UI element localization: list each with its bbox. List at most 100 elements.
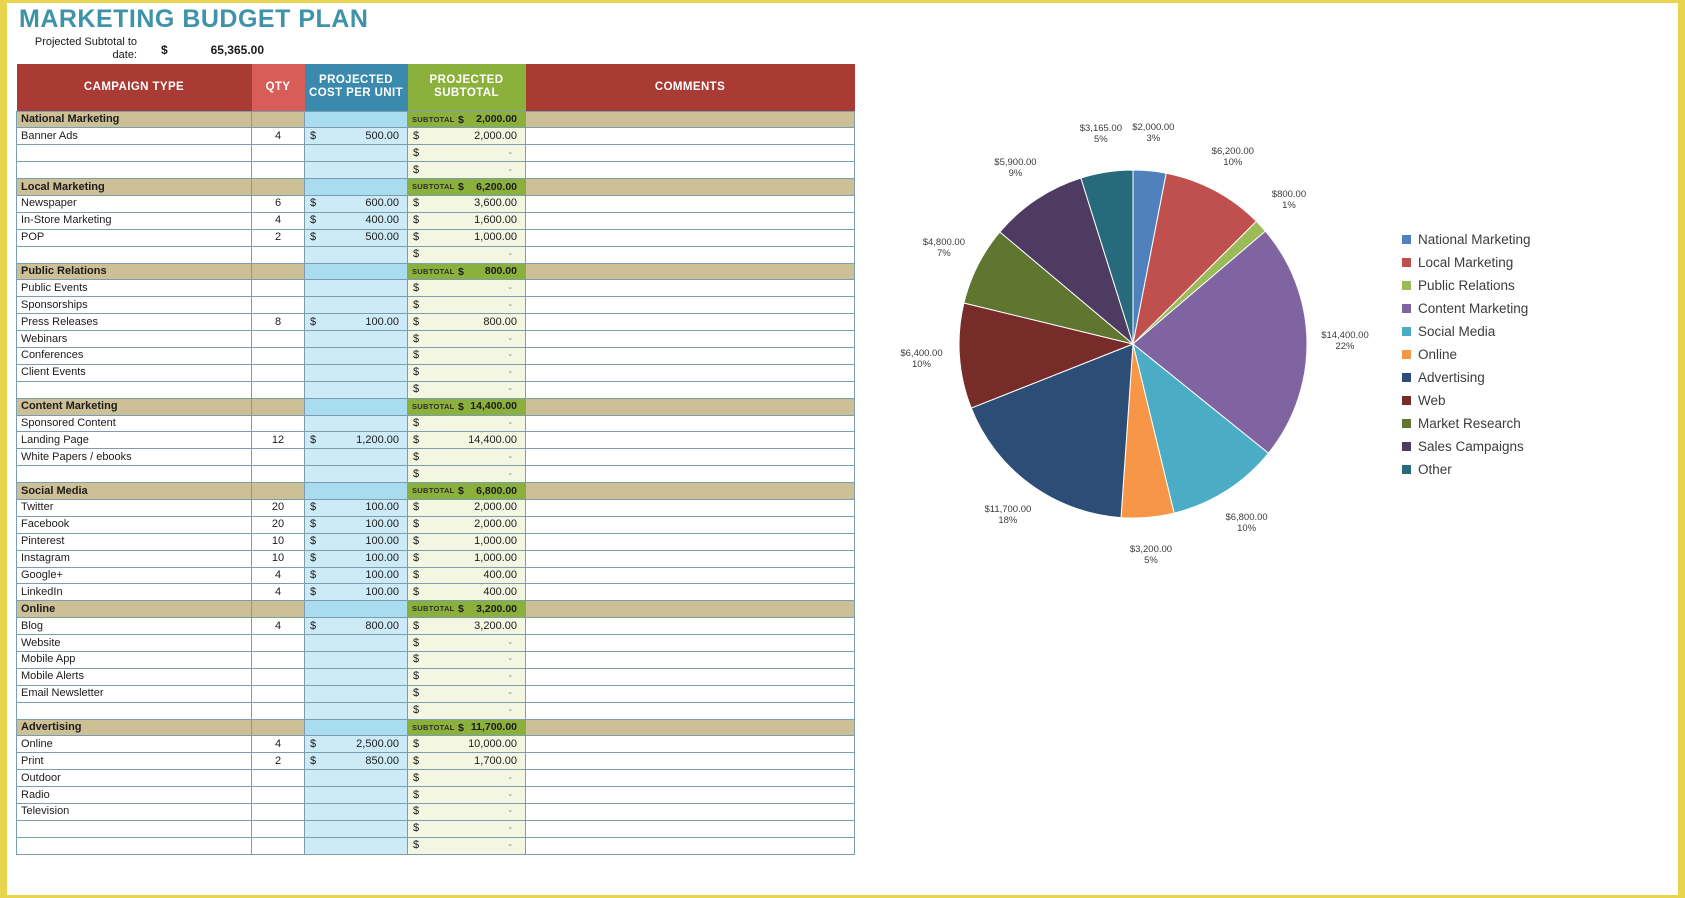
campaign-name-cell[interactable]: Pinterest <box>16 532 252 551</box>
group-comment-cell[interactable] <box>525 482 855 500</box>
campaign-name-cell[interactable]: Banner Ads <box>16 127 252 146</box>
subtotal-cell[interactable]: $ - <box>407 701 526 720</box>
subtotal-cell[interactable]: $ - <box>407 448 526 467</box>
campaign-name-cell[interactable]: Client Events <box>16 363 252 382</box>
campaign-name-cell[interactable]: Sponsorships <box>16 296 252 315</box>
qty-cell[interactable]: 4 <box>251 127 305 146</box>
subtotal-cell[interactable]: $3,600.00 <box>407 194 526 213</box>
legend-item[interactable]: Sales Campaigns <box>1402 435 1652 458</box>
comment-cell[interactable] <box>525 245 855 264</box>
comment-cell[interactable] <box>525 819 855 838</box>
qty-cell[interactable]: 10 <box>251 549 305 568</box>
group-subtotal-cell[interactable]: SUBTOTAL $6,800.00 <box>407 482 526 500</box>
subtotal-cell[interactable]: $800.00 <box>407 313 526 332</box>
group-subtotal-cell[interactable]: SUBTOTAL $800.00 <box>407 262 526 281</box>
qty-cell[interactable] <box>251 346 305 365</box>
subtotal-cell[interactable]: $ - <box>407 667 526 686</box>
qty-cell[interactable]: 6 <box>251 194 305 213</box>
column-header-projected-subtotal[interactable]: PROJECTED SUBTOTAL <box>407 64 526 111</box>
cost-per-unit-cell[interactable] <box>304 330 408 348</box>
comment-cell[interactable] <box>525 498 855 517</box>
qty-cell[interactable] <box>251 819 305 838</box>
column-header-projected-cost-per-unit[interactable]: PROJECTED COST PER UNIT <box>304 64 408 111</box>
subtotal-cell[interactable]: $2,000.00 <box>407 127 526 146</box>
comment-cell[interactable] <box>525 735 855 754</box>
comment-cell[interactable] <box>525 161 855 180</box>
group-qty-cell[interactable] <box>251 110 305 129</box>
subtotal-cell[interactable]: $1,000.00 <box>407 549 526 568</box>
campaign-name-cell[interactable]: Landing Page <box>16 431 252 450</box>
qty-cell[interactable] <box>251 634 305 652</box>
cost-per-unit-cell[interactable]: $1,200.00 <box>304 431 408 450</box>
group-name-cell[interactable]: Advertising <box>16 718 252 737</box>
qty-cell[interactable]: 4 <box>251 566 305 585</box>
group-cost-cell[interactable] <box>304 482 408 500</box>
group-comment-cell[interactable] <box>525 110 855 129</box>
cost-per-unit-cell[interactable] <box>304 803 408 821</box>
campaign-name-cell[interactable]: White Papers / ebooks <box>16 448 252 467</box>
cost-per-unit-cell[interactable] <box>304 363 408 382</box>
group-cost-cell[interactable] <box>304 178 408 196</box>
subtotal-cell[interactable]: $ - <box>407 144 526 163</box>
column-header-qty[interactable]: QTY <box>251 64 305 111</box>
subtotal-cell[interactable]: $ - <box>407 769 526 788</box>
subtotal-cell[interactable]: $ - <box>407 786 526 805</box>
cost-per-unit-cell[interactable] <box>304 701 408 720</box>
campaign-name-cell[interactable]: Public Events <box>16 279 252 298</box>
comment-cell[interactable] <box>525 279 855 298</box>
cost-per-unit-cell[interactable] <box>304 279 408 298</box>
group-cost-cell[interactable] <box>304 262 408 281</box>
cost-per-unit-cell[interactable]: $100.00 <box>304 566 408 585</box>
qty-cell[interactable]: 4 <box>251 617 305 636</box>
qty-cell[interactable] <box>251 448 305 467</box>
subtotal-cell[interactable]: $ - <box>407 161 526 180</box>
qty-cell[interactable]: 10 <box>251 532 305 551</box>
legend-item[interactable]: Web <box>1402 389 1652 412</box>
comment-cell[interactable] <box>525 515 855 534</box>
group-comment-cell[interactable] <box>525 718 855 737</box>
subtotal-cell[interactable]: $2,000.00 <box>407 498 526 517</box>
comment-cell[interactable] <box>525 786 855 805</box>
campaign-name-cell[interactable]: Mobile Alerts <box>16 667 252 686</box>
qty-cell[interactable] <box>251 363 305 382</box>
group-subtotal-cell[interactable]: SUBTOTAL $6,200.00 <box>407 178 526 196</box>
comment-cell[interactable] <box>525 194 855 213</box>
cost-per-unit-cell[interactable]: $850.00 <box>304 752 408 771</box>
cost-per-unit-cell[interactable] <box>304 161 408 180</box>
cost-per-unit-cell[interactable] <box>304 634 408 652</box>
group-qty-cell[interactable] <box>251 178 305 196</box>
campaign-name-cell[interactable] <box>16 701 252 720</box>
qty-cell[interactable]: 4 <box>251 735 305 754</box>
campaign-name-cell[interactable]: Instagram <box>16 549 252 568</box>
comment-cell[interactable] <box>525 684 855 703</box>
campaign-name-cell[interactable]: Online <box>16 735 252 754</box>
comment-cell[interactable] <box>525 330 855 348</box>
group-cost-cell[interactable] <box>304 718 408 737</box>
campaign-name-cell[interactable]: Mobile App <box>16 651 252 669</box>
cost-per-unit-cell[interactable]: $500.00 <box>304 127 408 146</box>
comment-cell[interactable] <box>525 380 855 399</box>
campaign-name-cell[interactable] <box>16 161 252 180</box>
legend-item[interactable]: Local Marketing <box>1402 251 1652 274</box>
comment-cell[interactable] <box>525 667 855 686</box>
campaign-name-cell[interactable]: POP <box>16 228 252 247</box>
comment-cell[interactable] <box>525 566 855 585</box>
qty-cell[interactable] <box>251 651 305 669</box>
cost-per-unit-cell[interactable]: $100.00 <box>304 498 408 517</box>
legend-item[interactable]: Public Relations <box>1402 274 1652 297</box>
campaign-name-cell[interactable]: Sponsored Content <box>16 414 252 433</box>
cost-per-unit-cell[interactable]: $100.00 <box>304 515 408 534</box>
campaign-name-cell[interactable] <box>16 380 252 399</box>
qty-cell[interactable] <box>251 330 305 348</box>
group-cost-cell[interactable] <box>304 600 408 619</box>
qty-cell[interactable]: 4 <box>251 583 305 602</box>
cost-per-unit-cell[interactable] <box>304 144 408 163</box>
qty-cell[interactable]: 8 <box>251 313 305 332</box>
campaign-name-cell[interactable]: LinkedIn <box>16 583 252 602</box>
qty-cell[interactable] <box>251 803 305 821</box>
campaign-name-cell[interactable]: Press Releases <box>16 313 252 332</box>
comment-cell[interactable] <box>525 634 855 652</box>
cost-per-unit-cell[interactable] <box>304 380 408 399</box>
cost-per-unit-cell[interactable] <box>304 769 408 788</box>
legend-item[interactable]: Other <box>1402 458 1652 481</box>
